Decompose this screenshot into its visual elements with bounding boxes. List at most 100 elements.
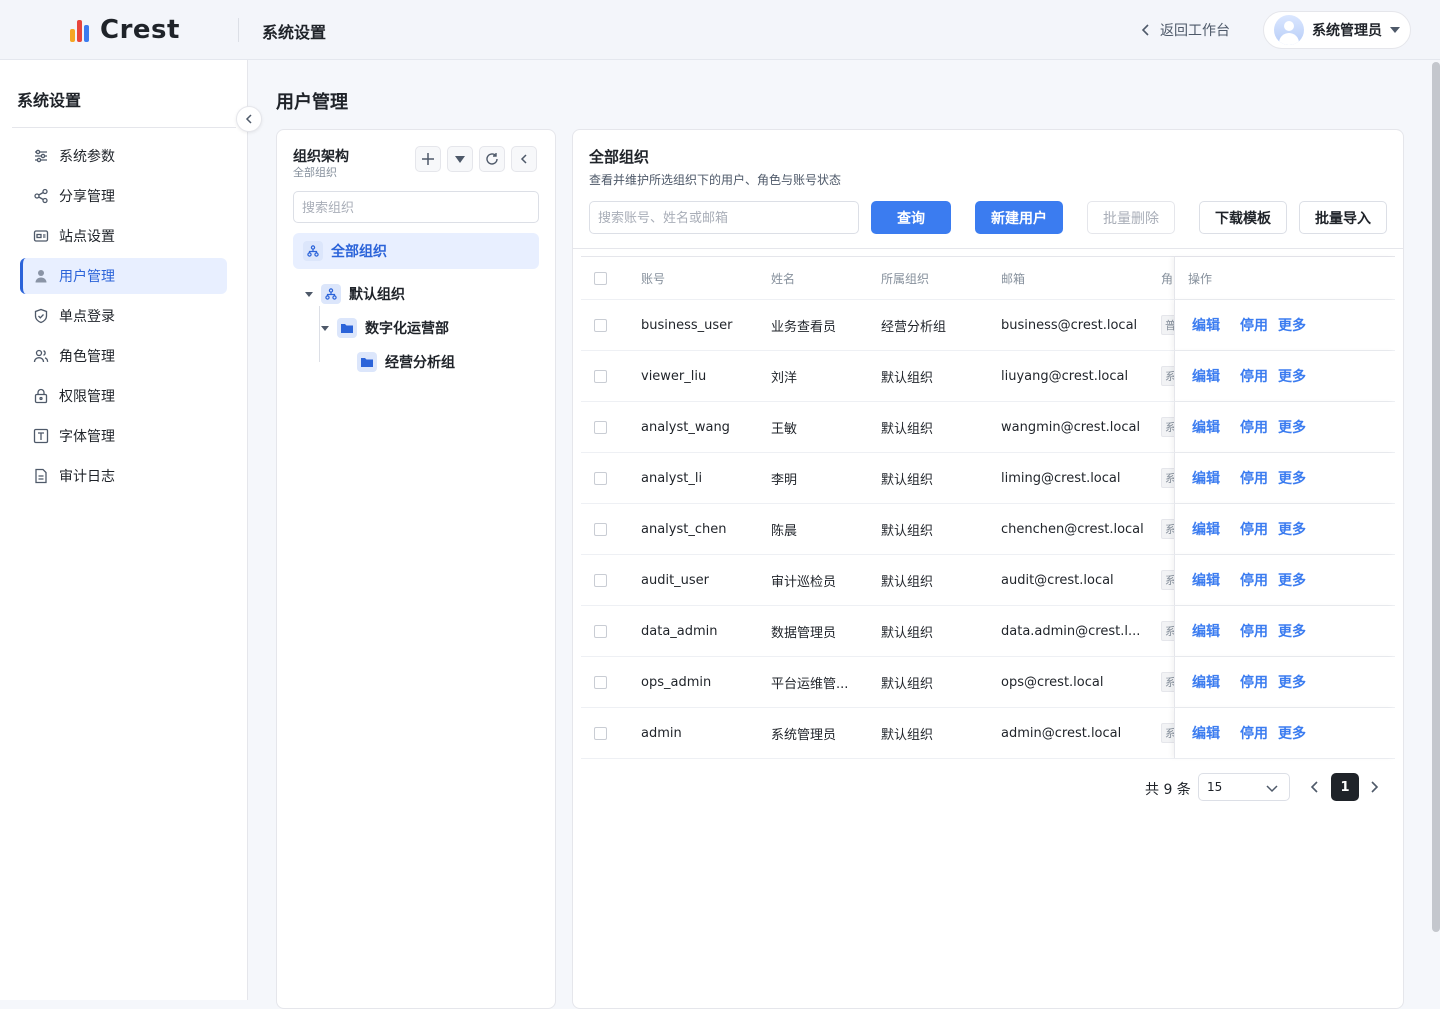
row-actions: 编辑 停用 更多 xyxy=(1174,453,1395,503)
edit-link[interactable]: 编辑 xyxy=(1192,417,1220,437)
refresh-icon xyxy=(486,153,498,165)
more-link[interactable]: 更多 xyxy=(1278,417,1306,437)
org-toolbar xyxy=(415,146,537,172)
row-checkbox[interactable] xyxy=(594,675,607,689)
new-user-button[interactable]: 新建用户 xyxy=(975,201,1063,234)
row-checkbox[interactable] xyxy=(594,573,607,587)
header-title: 系统设置 xyxy=(262,23,327,42)
sidebar-item-roles[interactable]: 角色管理 xyxy=(20,338,227,374)
batch-import-button[interactable]: 批量导入 xyxy=(1299,201,1387,234)
sidebar-item-permissions[interactable]: 权限管理 xyxy=(20,378,227,414)
more-link[interactable]: 更多 xyxy=(1278,672,1306,692)
more-link[interactable]: 更多 xyxy=(1278,723,1306,743)
cell-name: 李明 xyxy=(771,472,798,488)
more-link[interactable]: 更多 xyxy=(1278,519,1306,539)
disable-link[interactable]: 停用 xyxy=(1240,315,1268,335)
current-page-button[interactable]: 1 xyxy=(1331,773,1359,801)
cell-email: chenchen@crest.local xyxy=(1001,521,1144,537)
collapse-panel-button[interactable] xyxy=(511,146,537,172)
batch-delete-button[interactable]: 批量删除 xyxy=(1087,201,1175,234)
more-link[interactable]: 更多 xyxy=(1278,315,1306,335)
sidebar-item-users[interactable]: 用户管理 xyxy=(20,258,227,294)
disable-link[interactable]: 停用 xyxy=(1240,468,1268,488)
column-org: 所属组织 xyxy=(881,271,930,286)
page-title: 用户管理 xyxy=(276,92,348,113)
select-all-checkbox[interactable] xyxy=(594,271,607,285)
cell-account: analyst_wang xyxy=(641,419,730,435)
more-link[interactable]: 更多 xyxy=(1278,366,1306,386)
cell-email: admin@crest.local xyxy=(1001,725,1122,741)
more-link[interactable]: 更多 xyxy=(1278,621,1306,641)
cell-account: admin xyxy=(641,725,682,741)
edit-link[interactable]: 编辑 xyxy=(1192,621,1220,641)
sidebar-title: 系统设置 xyxy=(17,91,82,110)
cell-name: 系统管理员 xyxy=(771,727,837,743)
row-checkbox[interactable] xyxy=(594,471,607,485)
toolbar-divider xyxy=(573,248,1403,249)
edit-link[interactable]: 编辑 xyxy=(1192,570,1220,590)
edit-link[interactable]: 编辑 xyxy=(1192,723,1220,743)
cell-account: audit_user xyxy=(641,572,710,588)
sidebar-item-site[interactable]: 站点设置 xyxy=(20,218,227,254)
cell-role: 系 xyxy=(1161,672,1175,692)
disable-link[interactable]: 停用 xyxy=(1240,672,1268,692)
tree-item-default-org[interactable]: 默认组织 xyxy=(305,284,405,304)
expand-all-button[interactable] xyxy=(447,146,473,172)
row-checkbox[interactable] xyxy=(594,420,607,434)
add-org-button[interactable] xyxy=(415,146,441,172)
disable-link[interactable]: 停用 xyxy=(1240,621,1268,641)
disable-link[interactable]: 停用 xyxy=(1240,570,1268,590)
tree-item-digital-ops[interactable]: 数字化运营部 xyxy=(321,318,449,338)
row-checkbox[interactable] xyxy=(594,522,607,536)
edit-link[interactable]: 编辑 xyxy=(1192,366,1220,386)
page-scrollbar[interactable] xyxy=(1432,62,1440,932)
next-page-button[interactable] xyxy=(1368,779,1380,795)
logo[interactable]: Crest xyxy=(70,14,180,46)
disable-link[interactable]: 停用 xyxy=(1240,417,1268,437)
chevron-left-icon xyxy=(245,114,252,124)
row-checkbox[interactable] xyxy=(594,369,607,383)
row-checkbox[interactable] xyxy=(594,318,607,332)
sidebar-item-audit-log[interactable]: 审计日志 xyxy=(20,458,227,494)
row-actions: 编辑 停用 更多 xyxy=(1174,351,1395,401)
cell-role: 系 xyxy=(1161,519,1175,539)
more-link[interactable]: 更多 xyxy=(1278,468,1306,488)
cell-org: 默认组织 xyxy=(881,472,934,488)
sidebar-item-sso[interactable]: 单点登录 xyxy=(20,298,227,334)
chevron-left-icon xyxy=(1141,24,1149,36)
edit-link[interactable]: 编辑 xyxy=(1192,519,1220,539)
prev-page-button[interactable] xyxy=(1309,779,1321,795)
role-tag: 系 xyxy=(1161,468,1175,488)
sidebar-collapse-button[interactable] xyxy=(236,106,262,132)
tree-item-all-orgs[interactable]: 全部组织 xyxy=(293,233,539,269)
sidebar-item-fonts[interactable]: 字体管理 xyxy=(20,418,227,454)
page-size-select[interactable]: 15 xyxy=(1198,773,1290,801)
more-link[interactable]: 更多 xyxy=(1278,570,1306,590)
folder-icon xyxy=(357,352,377,372)
user-menu[interactable]: 系统管理员 xyxy=(1263,11,1411,49)
edit-link[interactable]: 编辑 xyxy=(1192,468,1220,488)
row-checkbox[interactable] xyxy=(594,624,607,638)
sidebar-item-share[interactable]: 分享管理 xyxy=(20,178,227,214)
disable-link[interactable]: 停用 xyxy=(1240,519,1268,539)
refresh-button[interactable] xyxy=(479,146,505,172)
chevron-left-icon xyxy=(520,154,527,164)
cell-email: liming@crest.local xyxy=(1001,470,1121,486)
query-button[interactable]: 查询 xyxy=(871,201,951,234)
disable-link[interactable]: 停用 xyxy=(1240,366,1268,386)
org-search-input[interactable] xyxy=(293,191,539,223)
tree-item-label: 全部组织 xyxy=(331,244,387,260)
edit-link[interactable]: 编辑 xyxy=(1192,672,1220,692)
row-checkbox[interactable] xyxy=(594,726,607,740)
edit-link[interactable]: 编辑 xyxy=(1192,315,1220,335)
column-email: 邮箱 xyxy=(1001,271,1026,286)
back-to-workspace-link[interactable]: 返回工作台 xyxy=(1140,20,1230,40)
cell-role: 系 xyxy=(1161,366,1175,386)
tree-item-analysis-group[interactable]: 经营分析组 xyxy=(357,352,455,372)
download-template-button[interactable]: 下载模板 xyxy=(1199,201,1287,234)
sidebar-item-label: 单点登录 xyxy=(59,309,115,325)
sidebar-item-system-params[interactable]: 系统参数 xyxy=(20,138,227,174)
column-actions-label: 操作 xyxy=(1188,271,1213,286)
user-search-input[interactable] xyxy=(589,201,859,234)
disable-link[interactable]: 停用 xyxy=(1240,723,1268,743)
